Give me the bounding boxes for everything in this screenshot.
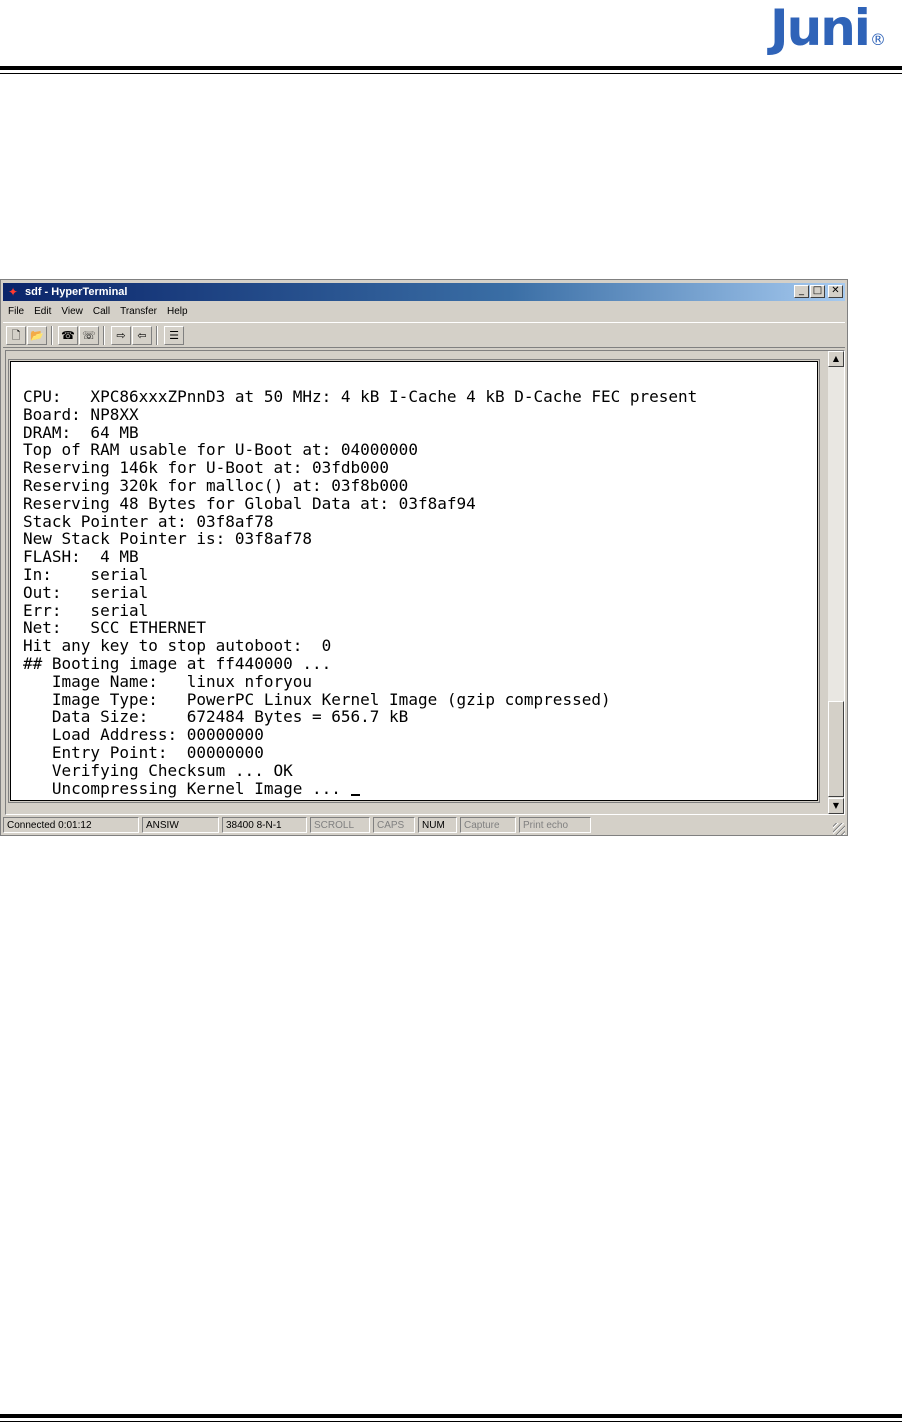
registered-mark: ® <box>869 30 886 49</box>
terminal-line: Top of RAM usable for U-Boot at: 0400000… <box>23 440 418 460</box>
close-button[interactable]: ✕ <box>828 285 843 298</box>
terminal-output: CPU: XPC86xxxZPnnD3 at 50 MHz: 4 kB I-Ca… <box>23 388 697 797</box>
menu-help[interactable]: Help <box>162 303 193 320</box>
terminal-line: Out: serial <box>23 582 149 602</box>
minimize-button[interactable]: _ <box>794 285 809 298</box>
menu-view[interactable]: View <box>56 303 88 320</box>
scroll-thumb[interactable] <box>828 701 844 797</box>
terminal-line: In: serial <box>23 564 149 584</box>
terminal-line: Hit any key to stop autoboot: 0 <box>23 636 332 656</box>
status-bar: Connected 0:01:12 ANSIW 38400 8-N-1 SCRO… <box>3 817 845 835</box>
menu-call[interactable]: Call <box>88 303 115 320</box>
terminal-line: Verifying Checksum ... OK <box>23 760 293 780</box>
status-capture: Capture <box>460 817 516 833</box>
new-icon[interactable]: 🗋 <box>6 326 26 345</box>
status-num: NUM <box>418 817 457 833</box>
status-emulation: ANSIW <box>142 817 219 833</box>
receive-icon[interactable]: ⇦ <box>132 326 152 345</box>
terminal-line: Data Size: 672484 Bytes = 656.7 kB <box>23 707 409 727</box>
status-print-echo: Print echo <box>519 817 591 833</box>
terminal-line: Err: serial <box>23 600 149 620</box>
terminal-line: Entry Point: 00000000 <box>23 742 264 762</box>
menu-bar: File Edit View Call Transfer Help <box>3 303 193 320</box>
terminal-line: DRAM: 64 MB <box>23 422 139 442</box>
menu-transfer[interactable]: Transfer <box>115 303 162 320</box>
disconnect-icon[interactable]: ☏ <box>79 326 99 345</box>
send-icon[interactable]: ⇨ <box>111 326 131 345</box>
terminal-line: Stack Pointer at: 03f8af78 <box>23 511 274 531</box>
terminal-line: ## Booting image at ff440000 ... <box>23 653 332 673</box>
terminal-line: Board: NP8XX <box>23 404 139 424</box>
status-scroll: SCROLL <box>310 817 370 833</box>
terminal-line: Net: SCC ETHERNET <box>23 618 207 638</box>
terminal-line: Image Type: PowerPC Linux Kernel Image (… <box>23 689 611 709</box>
toolbar-separator <box>51 326 53 345</box>
terminal-line: CPU: XPC86xxxZPnnD3 at 50 MHz: 4 kB I-Ca… <box>23 387 698 406</box>
scroll-down-icon[interactable]: ▼ <box>828 798 844 814</box>
terminal-line-text: Uncompressing Kernel Image ... <box>23 778 351 798</box>
hyperterminal-icon: ✦ <box>7 285 19 299</box>
terminal-screen[interactable]: CPU: XPC86xxxZPnnD3 at 50 MHz: 4 kB I-Ca… <box>8 359 820 803</box>
header-rule-thick <box>0 66 902 70</box>
terminal-line: Reserving 320k for malloc() at: 03f8b000 <box>23 475 409 495</box>
footer-rule-thick <box>0 1414 902 1418</box>
terminal-line: FLASH: 4 MB <box>23 547 139 567</box>
open-icon[interactable]: 📂 <box>27 326 47 345</box>
menu-file[interactable]: File <box>3 303 29 320</box>
status-caps: CAPS <box>373 817 415 833</box>
logo-text: Juni <box>770 0 871 57</box>
terminal-line: New Stack Pointer is: 03f8af78 <box>23 529 312 549</box>
footer-rule-thin <box>0 1421 902 1422</box>
connect-icon[interactable]: ☎ <box>58 326 78 345</box>
terminal-line-last: Uncompressing Kernel Image ... <box>23 778 697 798</box>
window-title: sdf - HyperTerminal <box>25 286 128 298</box>
terminal-line: Reserving 146k for U-Boot at: 03fdb000 <box>23 458 390 478</box>
header-rule-thin <box>0 73 902 74</box>
scroll-up-icon[interactable]: ▲ <box>828 351 844 367</box>
terminal-line: Load Address: 00000000 <box>23 725 264 745</box>
terminal-line: Image Name: linux nforyou <box>23 671 312 691</box>
toolbar-separator <box>103 326 105 345</box>
properties-icon[interactable]: ☰ <box>164 326 184 345</box>
vertical-scrollbar[interactable]: ▲ ▼ <box>828 351 844 814</box>
terminal-client-area: CPU: XPC86xxxZPnnD3 at 50 MHz: 4 kB I-Ca… <box>5 350 845 815</box>
menu-edit[interactable]: Edit <box>29 303 56 320</box>
juni-logo: Juni ® <box>770 0 886 56</box>
hyperterminal-window: ✦ sdf - HyperTerminal _ □ ✕ File Edit Vi… <box>0 279 848 836</box>
resize-grip-icon[interactable] <box>833 823 845 835</box>
status-port-settings: 38400 8-N-1 <box>222 817 307 833</box>
toolbar: 🗋 📂 ☎ ☏ ⇨ ⇦ ☰ <box>3 322 845 348</box>
title-bar[interactable]: ✦ sdf - HyperTerminal _ □ ✕ <box>3 283 845 301</box>
status-connected: Connected 0:01:12 <box>3 817 139 833</box>
maximize-button[interactable]: □ <box>810 285 825 298</box>
terminal-line: Reserving 48 Bytes for Global Data at: 0… <box>23 493 476 513</box>
text-cursor <box>350 794 360 797</box>
toolbar-separator <box>156 326 158 345</box>
